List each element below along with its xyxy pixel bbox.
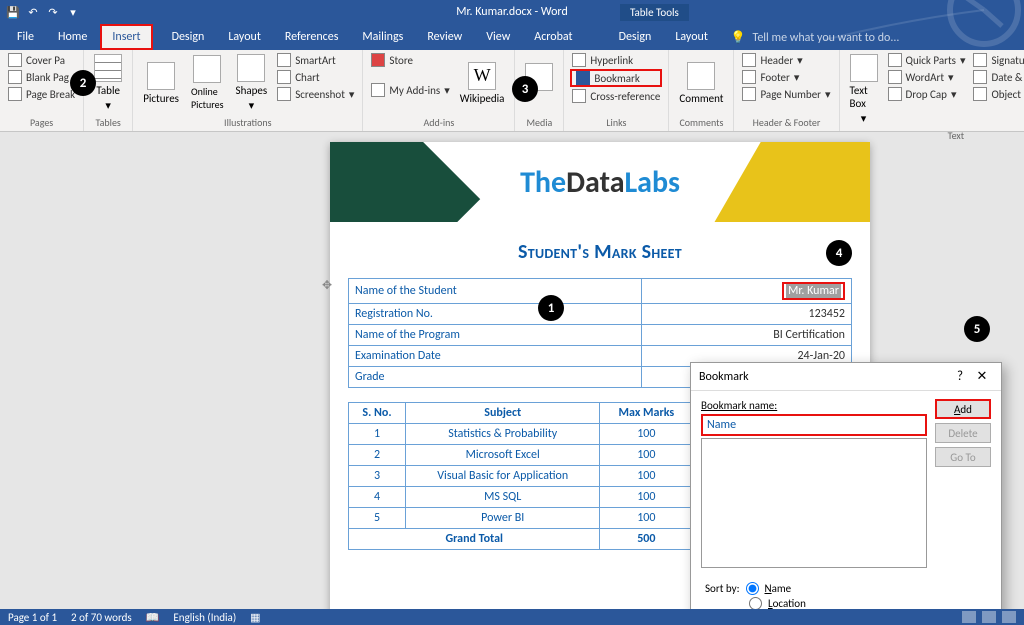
tab-table-layout[interactable]: Layout	[664, 25, 719, 49]
group-addins-label: Add-ins	[369, 114, 508, 131]
status-page[interactable]: Page 1 of 1	[8, 611, 57, 624]
undo-icon[interactable]: ↶	[26, 5, 40, 19]
group-pages-label: Pages	[6, 114, 77, 131]
tab-layout[interactable]: Layout	[217, 25, 272, 49]
online-pictures-button[interactable]: Online Pictures	[187, 52, 228, 114]
page-number-button[interactable]: Page Number▾	[740, 86, 832, 102]
goto-button[interactable]: Go To	[935, 447, 991, 467]
tab-file[interactable]: File	[6, 25, 45, 49]
delete-button[interactable]: Delete	[935, 423, 991, 443]
drop-cap-button[interactable]: Drop Cap▾	[886, 86, 968, 102]
status-bar: Page 1 of 1 2 of 70 words 📖 English (Ind…	[0, 609, 1024, 625]
store-button[interactable]: Store	[369, 52, 451, 68]
date-time-button[interactable]: Date & Time	[971, 69, 1024, 85]
annotation-3: 3	[512, 76, 538, 102]
pictures-button[interactable]: Pictures	[139, 52, 183, 114]
sort-location-radio[interactable]	[749, 597, 762, 609]
group-header-footer-label: Header & Footer	[740, 114, 832, 131]
help-icon[interactable]: ?	[949, 369, 971, 384]
shapes-button[interactable]: Shapes▾	[232, 52, 272, 114]
sort-name-radio[interactable]	[746, 582, 759, 595]
tab-design[interactable]: Design	[161, 25, 216, 49]
wikipedia-button[interactable]: WWikipedia	[456, 52, 509, 114]
text-box-button[interactable]: Text Box▾	[846, 52, 882, 127]
annotation-5: 5	[964, 316, 990, 342]
sort-location-label: Location	[768, 597, 806, 609]
banner: TheDataLabs	[330, 142, 870, 222]
table-anchor-icon[interactable]: ✥	[322, 278, 332, 293]
redo-icon[interactable]: ↷	[46, 5, 60, 19]
blank-page-button[interactable]: Blank Pag	[6, 69, 77, 85]
title-bar: 💾 ↶ ↷ ▾ Mr. Kumar.docx - Word Table Tool…	[0, 0, 1024, 24]
bookmark-dialog: Bookmark ? ✕ Bookmark name: Add Delete G…	[690, 362, 1002, 609]
tab-insert[interactable]: Insert	[100, 24, 152, 50]
group-media-label: Media	[521, 114, 557, 131]
spellcheck-icon[interactable]: 📖	[146, 611, 160, 624]
bookmark-name-input[interactable]	[701, 414, 927, 436]
comment-button[interactable]: Comment	[675, 52, 727, 114]
macro-icon[interactable]: ▦	[250, 611, 260, 624]
annotation-1: 1	[538, 295, 564, 321]
view-icons	[962, 611, 1016, 623]
wordart-button[interactable]: WordArt▾	[886, 69, 968, 85]
table-row: Name of the ProgramBI Certification	[349, 325, 852, 346]
tab-table-design[interactable]: Design	[608, 25, 663, 49]
my-addins-button[interactable]: My Add-ins▾	[369, 82, 451, 98]
selected-text: Mr. Kumar	[786, 284, 841, 298]
add-button[interactable]: Add	[935, 399, 991, 419]
group-illustrations-label: Illustrations	[139, 114, 356, 131]
group-links-label: Links	[570, 114, 662, 131]
dialog-title: Bookmark	[699, 370, 949, 384]
table-row: Name of the StudentMr. Kumar	[349, 279, 852, 304]
document-area: TheDataLabs Student's Mark Sheet ✥ Name …	[0, 132, 1024, 609]
tab-mailings[interactable]: Mailings	[351, 25, 414, 49]
tab-review[interactable]: Review	[416, 25, 473, 49]
bookmark-list[interactable]	[701, 438, 927, 568]
menu-bar: File Home Insert Design Layout Reference…	[0, 24, 1024, 50]
page-break-button[interactable]: Page Break	[6, 86, 77, 102]
hyperlink-button[interactable]: Hyperlink	[570, 52, 662, 68]
cross-reference-button[interactable]: Cross-reference	[570, 88, 662, 104]
bookmark-button[interactable]: Bookmark	[570, 69, 662, 87]
quick-parts-button[interactable]: Quick Parts▾	[886, 52, 968, 68]
close-icon[interactable]: ✕	[971, 369, 993, 384]
window-title: Mr. Kumar.docx - Word	[456, 5, 568, 19]
tab-references[interactable]: References	[274, 25, 350, 49]
chart-button[interactable]: Chart	[275, 69, 356, 85]
footer-button[interactable]: Footer▾	[740, 69, 832, 85]
read-mode-icon[interactable]	[962, 611, 976, 623]
table-tools-label: Table Tools	[620, 4, 689, 21]
sheet-heading: Student's Mark Sheet	[330, 240, 870, 264]
tell-me-placeholder: Tell me what you want to do...	[753, 31, 900, 45]
tab-view[interactable]: View	[475, 25, 521, 49]
save-icon[interactable]: 💾	[6, 5, 20, 19]
status-words[interactable]: 2 of 70 words	[71, 611, 132, 624]
group-tables-label: Tables	[90, 114, 126, 131]
smartart-button[interactable]: SmartArt	[275, 52, 356, 68]
print-layout-icon[interactable]	[982, 611, 996, 623]
table-row: Registration No.123452	[349, 304, 852, 325]
sortby-label: Sort by:	[705, 582, 740, 595]
annotation-2: 2	[70, 70, 96, 96]
lightbulb-icon: 💡	[731, 31, 746, 45]
bookmark-name-label: Bookmark name:	[701, 399, 927, 412]
cover-page-button[interactable]: Cover Pa	[6, 52, 77, 68]
annotation-4: 4	[826, 240, 852, 266]
web-layout-icon[interactable]	[1002, 611, 1016, 623]
customize-qat-icon[interactable]: ▾	[66, 5, 80, 19]
tell-me-search[interactable]: 💡 Tell me what you want to do...	[731, 30, 900, 45]
signature-line-button[interactable]: Signature Line▾	[971, 52, 1024, 68]
sort-name-label: Name	[765, 582, 792, 595]
tab-acrobat[interactable]: Acrobat	[523, 25, 583, 49]
header-button[interactable]: Header▾	[740, 52, 832, 68]
tab-home[interactable]: Home	[47, 25, 98, 49]
group-comments-label: Comments	[675, 114, 727, 131]
object-button[interactable]: Object▾	[971, 86, 1024, 102]
status-language[interactable]: English (India)	[173, 611, 236, 624]
logo: TheDataLabs	[520, 164, 680, 201]
screenshot-button[interactable]: Screenshot▾	[275, 86, 356, 102]
quick-access-toolbar: 💾 ↶ ↷ ▾	[0, 5, 86, 19]
